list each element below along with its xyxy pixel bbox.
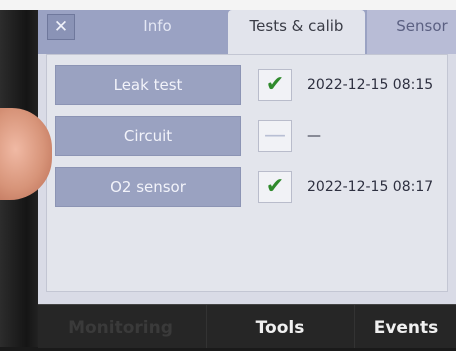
tests-panel: Leak test ✔ 2022-12-15 08:15 Circuit — —… xyxy=(46,54,448,292)
tab-sensor[interactable]: Sensor xyxy=(367,10,456,54)
nav-events[interactable]: Events xyxy=(354,305,456,348)
bottom-nav: Monitoring Tools Events xyxy=(38,304,456,348)
test-row-leak: Leak test ✔ 2022-12-15 08:15 xyxy=(47,65,449,107)
o2-sensor-timestamp: 2022-12-15 08:17 xyxy=(307,179,434,195)
nav-tools[interactable]: Tools xyxy=(206,305,353,348)
circuit-button[interactable]: Circuit xyxy=(55,116,241,156)
tab-info[interactable]: Info xyxy=(100,10,215,54)
close-button[interactable]: ✕ xyxy=(47,14,75,40)
test-row-o2: O2 sensor ✔ 2022-12-15 08:17 xyxy=(47,167,449,209)
circuit-value: — xyxy=(307,128,321,144)
nav-monitoring[interactable]: Monitoring xyxy=(38,305,203,348)
close-icon: ✕ xyxy=(53,17,69,37)
test-row-circuit: Circuit — — xyxy=(47,116,449,158)
circuit-dash-icon: — xyxy=(258,120,292,152)
o2-sensor-check-icon: ✔ xyxy=(258,171,292,203)
device-screen: ✕ Info Tests & calib Sensor Leak test ✔ … xyxy=(38,10,456,304)
leak-test-timestamp: 2022-12-15 08:15 xyxy=(307,77,434,93)
leak-test-button[interactable]: Leak test xyxy=(55,65,241,105)
tab-bar: ✕ Info Tests & calib Sensor xyxy=(38,10,456,56)
leak-test-check-icon: ✔ xyxy=(258,69,292,101)
tab-tests-calib[interactable]: Tests & calib xyxy=(228,10,365,56)
o2-sensor-button[interactable]: O2 sensor xyxy=(55,167,241,207)
